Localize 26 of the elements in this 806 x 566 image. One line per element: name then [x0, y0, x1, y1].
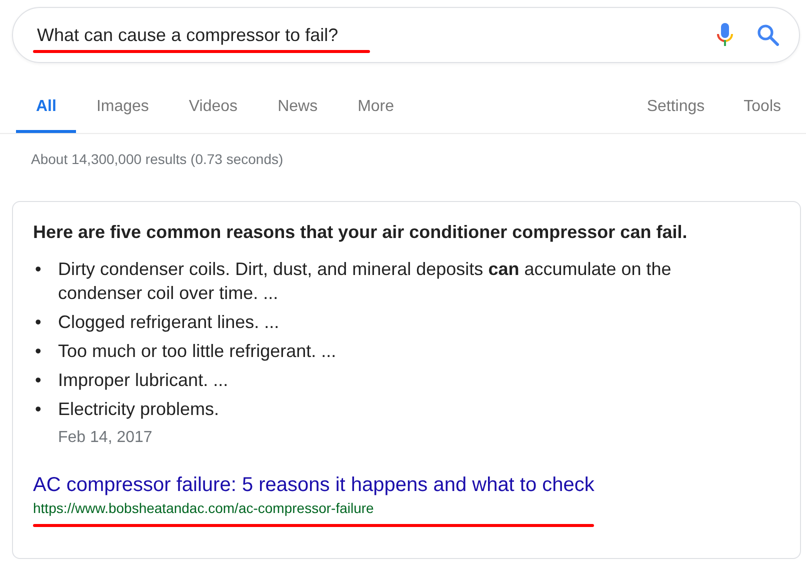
list-bullet: • — [34, 258, 42, 281]
list-item: Clogged refrigerant lines. ... — [58, 311, 280, 334]
tab[interactable]: All — [16, 83, 76, 133]
list-item: Electricity problems. — [58, 398, 220, 421]
tab[interactable]: News — [258, 83, 338, 133]
search-field[interactable]: What can cause a compressor to fail? — [37, 24, 717, 46]
tab[interactable]: More — [338, 83, 414, 133]
list-bullet: • — [34, 311, 42, 334]
search-bar[interactable]: What can cause a compressor to fail? — [12, 7, 800, 63]
microphone-icon[interactable] — [717, 23, 733, 47]
list-item: Improper lubricant. ... — [58, 369, 228, 392]
tab[interactable]: Tools — [730, 83, 806, 133]
list-bullet: • — [34, 398, 42, 421]
list-bullet: • — [34, 340, 42, 363]
tab[interactable]: Images — [76, 83, 169, 133]
result-title-link[interactable]: AC compressor failure: 5 reasons it happens and what to check — [33, 474, 594, 497]
snippet-heading: Here are five common reasons that your air conditioner compressor can fail. — [33, 222, 688, 243]
result-count: About 14,300,000 results (0.73 seconds) — [31, 151, 284, 167]
snippet-date: Feb 14, 2017 — [58, 429, 154, 447]
search-icon[interactable] — [757, 24, 779, 46]
list-item: Dirty condenser coils. Dirt, dust, and mineral deposits can accumulate on the condenser coil over time. ... — [58, 258, 672, 305]
list-bullet: • — [34, 369, 42, 392]
tab[interactable]: Settings — [632, 83, 730, 133]
result-url: https://www.bobsheatandac.com/ac-compressor-failure — [33, 500, 374, 516]
tab[interactable]: Videos — [168, 83, 258, 133]
list-item: Too much or too little refrigerant. ... — [58, 340, 336, 363]
